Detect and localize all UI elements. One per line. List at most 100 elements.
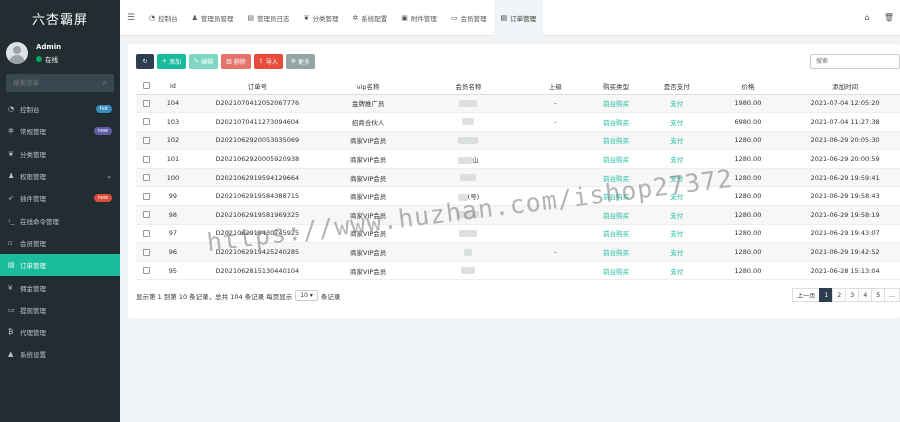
row-checkbox[interactable]	[136, 168, 158, 188]
row-checkbox[interactable]	[136, 112, 158, 132]
cell-parent-text: -	[554, 99, 557, 108]
page-size-select[interactable]: 10 ▾	[295, 290, 318, 301]
tab-admin-log[interactable]: ▤ 管理员日志	[240, 0, 296, 36]
row-checkbox[interactable]	[136, 261, 158, 281]
sidebar-item-settings[interactable]: ▲ 系统设置	[0, 343, 120, 365]
table-row[interactable]: 100 D2021062919594129664 商家VIP会员 前台购买 支付 1280…	[136, 168, 900, 188]
sidebar-item-label: 权限管理	[20, 173, 46, 182]
page-button[interactable]: 3	[845, 288, 860, 302]
more-button[interactable]: ✲ 更多	[285, 54, 315, 69]
delete-button[interactable]: ▥ 删除	[221, 54, 251, 69]
cell-paid: 支付	[647, 94, 706, 114]
add-button[interactable]: + 添加	[157, 54, 187, 69]
cell-purchase-type-text: 前台购买	[603, 156, 630, 165]
sidebar-item-commission[interactable]: ¥ 佣金管理	[0, 276, 120, 298]
menu-toggle-icon[interactable]: ☰	[120, 13, 142, 23]
tab-label: 分类管理	[312, 14, 339, 23]
tab-dashboard[interactable]: ◔ 控制台	[142, 0, 185, 36]
col-order-no[interactable]: 订单号	[188, 78, 326, 95]
page-button[interactable]: 2	[832, 288, 847, 302]
cell-created-time-text: 2021-06-29 19:42:52	[810, 248, 880, 257]
col-created-time[interactable]: 添加时间	[790, 78, 900, 95]
search-icon[interactable]: ⌕	[103, 78, 107, 88]
sidebar-item-auth[interactable]: ♟ 权限管理 ⌄	[0, 165, 120, 187]
sidebar-item-command[interactable]: ›_ 在线命令管理	[0, 209, 120, 231]
edit-button[interactable]: ✎ 编辑	[189, 54, 219, 69]
sidebar-item-withdraw[interactable]: ▭ 提现管理	[0, 299, 120, 321]
cell-paid: 支付	[647, 149, 706, 169]
refresh-icon: ↻	[142, 58, 148, 65]
table-row[interactable]: 101 D2021062920005920938 商家VIP会员 山 前台购买 支付 128…	[136, 149, 900, 169]
col-paid[interactable]: 是否支付	[647, 78, 706, 95]
cell-paid-text: 支付	[670, 267, 684, 276]
sidebar-item-general[interactable]: ✲ 常规管理 new	[0, 120, 120, 142]
col-price[interactable]: 价格	[705, 78, 791, 95]
sidebar-search-input[interactable]	[13, 79, 93, 87]
redacted-block	[462, 118, 475, 126]
cell-price: 1980.00	[705, 94, 791, 114]
tab-member[interactable]: ▭ 会员管理	[444, 0, 494, 36]
tab-admin[interactable]: ♟ 管理员管理	[185, 0, 241, 36]
col-member-name[interactable]: 会员名称	[410, 78, 527, 95]
pagination-summary: 显示第 1 到第 10 条记录，总共 104 条记录 每页显示 10 ▾ 条记录	[136, 290, 340, 301]
checkbox-icon	[143, 155, 151, 163]
cell-vip-name-text: 商家VIP会员	[349, 174, 387, 183]
page-button[interactable]: 1	[819, 288, 834, 302]
row-checkbox[interactable]	[136, 131, 158, 151]
cell-vip-name: 商家VIP会员	[325, 186, 411, 207]
sidebar-item-order[interactable]: ▤ 订单管理	[0, 254, 120, 277]
tab-attachment[interactable]: ▣ 附件管理	[394, 0, 444, 36]
cell-vip-name-text: 商家VIP会员	[349, 156, 387, 165]
col-parent[interactable]: 上级	[526, 78, 585, 95]
sidebar-item-agent[interactable]: ₿ 代理管理	[0, 321, 120, 343]
brand-logo[interactable]: 六杏霸屏	[0, 0, 120, 36]
gears-icon: ✲	[8, 127, 14, 136]
table-search-input[interactable]	[810, 54, 900, 69]
row-checkbox[interactable]	[136, 94, 158, 114]
cell-vip-name-text: 商家VIP会员	[349, 267, 387, 276]
col-id[interactable]: Id	[157, 78, 189, 95]
row-checkbox[interactable]	[136, 186, 158, 207]
import-button[interactable]: ⇪ 导入	[253, 54, 283, 69]
pencil-icon: ✎	[194, 58, 200, 65]
table-row[interactable]: 103 D2021070411273094604 招商合伙人 - 前台购买 支付 6980.…	[136, 112, 900, 132]
cell-order-no: D2021062919584388715	[188, 186, 326, 207]
cell-id: 102	[157, 131, 189, 151]
sidebar-item-category[interactable]: ❦ 分类管理	[0, 143, 120, 165]
topbar: ☰ ◔ 控制台 ♟ 管理员管理 ▤ 管理员日志 ❦ 分类管理 ✲ 系统配置 ▣ 附件管理 ▭…	[120, 0, 900, 36]
home-icon[interactable]: ⌂	[856, 13, 878, 22]
list-icon: ▤	[247, 13, 255, 22]
cell-id: 104	[157, 94, 189, 114]
page-button[interactable]: 4	[858, 288, 873, 302]
sidebar-item-member[interactable]: ▫ 会员管理	[0, 232, 120, 254]
table-row[interactable]: 102 D2021062920053035069 商家VIP会员 前台购买 支付 1280…	[136, 131, 900, 151]
add-label: 添加	[169, 59, 182, 66]
sidebar-menu: ◔ 控制台 hot ✲ 常规管理 new ❦ 分类管理 ♟ 权限管理 ⌄ ➶ 插件管理 new ›…	[0, 98, 120, 366]
row-checkbox[interactable]	[136, 242, 158, 262]
row-checkbox[interactable]	[136, 149, 158, 169]
toolbar: ↻ + 添加 ✎ 编辑 ▥ 删除 ⇪ 导入 ✲ 更多	[136, 54, 315, 69]
cell-created-time: 2021-06-29 20:00:59	[790, 149, 900, 169]
tab-config[interactable]: ✲ 系统配置	[345, 0, 394, 36]
row-checkbox[interactable]	[136, 224, 158, 244]
tab-label: 控制台	[158, 14, 178, 23]
table-row[interactable]: 95 D2021062815130440104 商家VIP会员 前台购买 支付 1280.…	[136, 261, 900, 281]
tab-order[interactable]: ▤ 订单管理	[493, 0, 544, 36]
sidebar-item-dashboard[interactable]: ◔ 控制台 hot	[0, 98, 120, 120]
col-vip-name[interactable]: vip名称	[325, 78, 411, 95]
refresh-button[interactable]: ↻	[136, 54, 154, 69]
cell-created-time: 2021-06-29 20:05:30	[790, 131, 900, 151]
cell-paid-text: 支付	[670, 100, 684, 109]
tab-category[interactable]: ❦ 分类管理	[297, 0, 346, 36]
table-row[interactable]: 104 D2021070412052067776 金牌推广员 - 前台购买 支付 1980.…	[136, 94, 900, 114]
row-checkbox[interactable]	[136, 205, 158, 225]
page-button[interactable]: 5	[871, 288, 886, 302]
tab-label: 管理员管理	[200, 14, 234, 23]
col-purchase-type[interactable]: 购买类型	[584, 78, 648, 95]
prev-page-button[interactable]: 上一页	[792, 288, 821, 302]
trash-icon[interactable]: 🗑	[878, 13, 900, 22]
select-all-checkbox[interactable]	[136, 78, 158, 95]
cell-purchase-type: 前台购买	[584, 131, 648, 151]
cell-created-time: 2021-06-29 19:43:07	[790, 224, 900, 244]
sidebar-item-addon[interactable]: ➶ 插件管理 new	[0, 187, 120, 209]
